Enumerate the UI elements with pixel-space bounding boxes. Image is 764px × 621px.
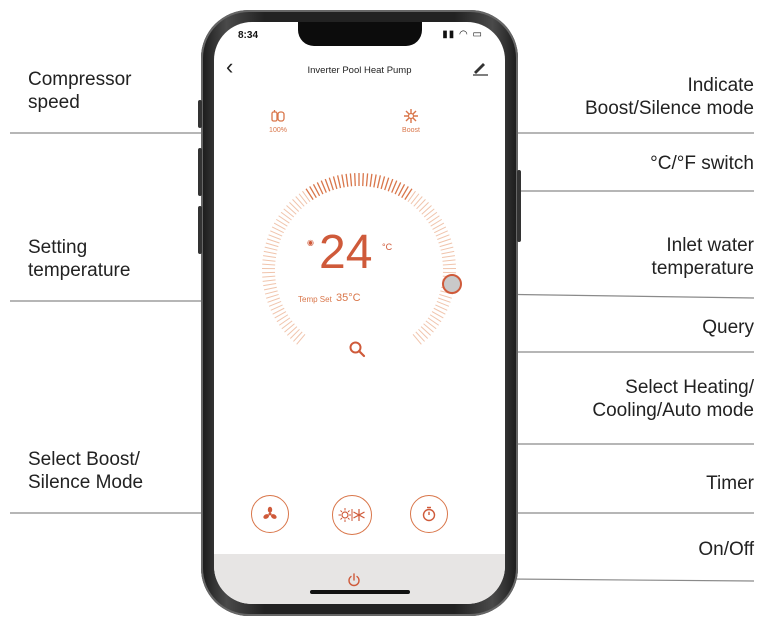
dial-tick <box>439 293 452 299</box>
set-temperature[interactable]: 24 <box>319 228 372 278</box>
unit-toggle[interactable]: °C <box>382 242 392 252</box>
callout-compressor-speed: Compressor speed <box>28 69 132 113</box>
dial-tick <box>441 255 455 259</box>
dial-tick <box>362 173 364 187</box>
dial-tick <box>267 297 280 303</box>
callout-inlet-water: Inlet water temperature <box>651 235 754 279</box>
callout-query: Query <box>702 317 754 338</box>
dial-tick <box>376 175 382 189</box>
dial-tick <box>380 176 386 190</box>
dial-tick <box>435 230 448 237</box>
callout-setting-temperature: Setting temperature <box>28 237 131 281</box>
dial-tick <box>365 173 369 187</box>
dial-tick <box>441 250 455 255</box>
dial-tick <box>289 202 300 212</box>
dial-tick <box>328 177 334 191</box>
dial-knob[interactable] <box>442 274 462 294</box>
dial-tick <box>341 174 345 188</box>
dial-tick <box>262 279 276 282</box>
callout-select-boost-silence: Select Boost/ Silence Mode <box>28 449 144 493</box>
dial-tick <box>437 234 450 240</box>
dial-tick <box>270 230 283 237</box>
query-icon[interactable] <box>348 340 366 358</box>
dial-tick <box>438 297 451 303</box>
dial-tick <box>264 246 278 251</box>
dial-tick <box>268 234 281 240</box>
dial-tick <box>263 255 277 259</box>
dial-tick <box>268 301 282 307</box>
side-button <box>517 170 521 242</box>
dial-tick <box>262 263 276 266</box>
dial-tick <box>439 242 453 248</box>
dial-tick <box>369 173 373 187</box>
dial-tick <box>263 250 277 255</box>
timer-icon <box>422 506 436 522</box>
dial-tick <box>418 202 429 212</box>
callout-on-off: On/Off <box>698 539 754 560</box>
dial-tick <box>266 238 280 244</box>
temp-set-label: Temp Set <box>298 295 332 304</box>
dial-tick <box>373 174 377 188</box>
dial-tick <box>289 328 300 339</box>
heat-cool-auto-button[interactable] <box>332 495 372 535</box>
dial-tick <box>345 173 349 187</box>
dial-tick <box>262 259 276 262</box>
inlet-temperature: 35°C <box>336 292 361 304</box>
app-screen: 8:34 ▮▮ ◠ ▭ ‹ Inverter Pool Heat Pump 10… <box>214 22 505 604</box>
boost-silence-button[interactable] <box>251 495 289 533</box>
dial-tick <box>387 178 394 192</box>
callout-unit-switch: °C/°F switch <box>650 153 754 174</box>
mute-switch <box>198 100 202 128</box>
dial-tick <box>263 283 277 287</box>
dial-tick <box>438 238 452 244</box>
volume-down-button <box>198 206 202 254</box>
volume-up-button <box>198 148 202 196</box>
dial-tick <box>324 178 331 192</box>
dial-tick <box>292 199 302 210</box>
dial-tick <box>442 259 456 262</box>
dial-tick <box>263 286 277 291</box>
heat-cool-icon <box>338 508 365 522</box>
dial-tick <box>262 275 276 278</box>
timer-button[interactable] <box>410 495 448 533</box>
dial-tick <box>440 246 454 251</box>
callout-select-mode: Select Heating/ Cooling/Auto mode <box>592 377 754 421</box>
set-indicator-icon: ◉ <box>307 238 314 247</box>
dial-tick <box>384 177 390 191</box>
dial-tick <box>265 242 279 248</box>
dial-tick <box>418 328 429 339</box>
dial-tick <box>336 175 342 189</box>
dial-tick <box>436 301 450 307</box>
dial-tick <box>332 176 338 190</box>
dial-tick <box>442 263 456 266</box>
dial-tick <box>349 173 353 187</box>
power-icon[interactable] <box>346 572 362 588</box>
callout-indicate-mode: Indicate Boost/Silence mode <box>585 75 754 119</box>
home-indicator <box>310 590 410 594</box>
dial-tick <box>416 199 426 210</box>
dial-tick <box>266 293 279 299</box>
callout-timer: Timer <box>706 473 754 494</box>
dial-tick <box>354 173 356 187</box>
dial-tick <box>264 290 278 295</box>
fan-icon <box>263 506 277 519</box>
